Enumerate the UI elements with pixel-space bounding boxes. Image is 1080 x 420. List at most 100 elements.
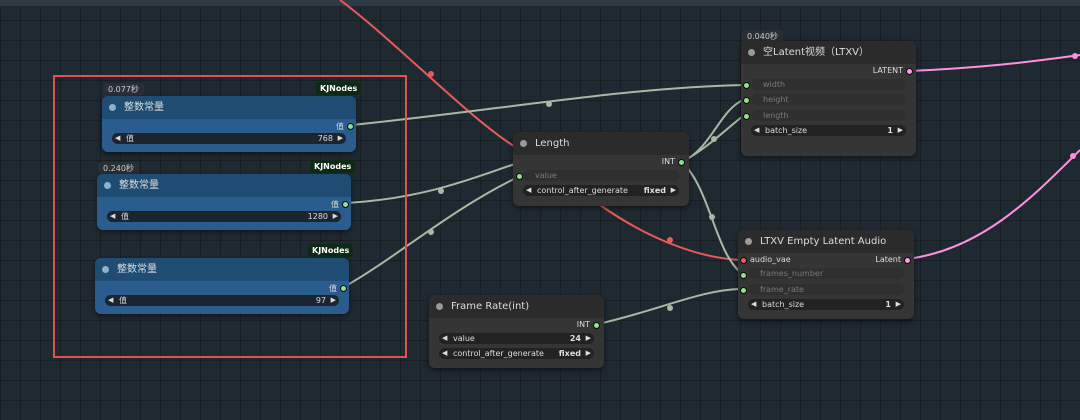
control-after-generate-combo[interactable]: ◀ control_after_generate fixed ▶ <box>523 185 679 196</box>
widget-value: 1 <box>887 126 893 135</box>
link-midpoint[interactable] <box>667 305 673 311</box>
input-audio-vae-socket[interactable] <box>740 257 747 264</box>
node-title[interactable]: Length <box>513 132 689 155</box>
value-widget[interactable]: ◀ 值 97 ▶ <box>105 295 339 306</box>
link-midpoint[interactable] <box>428 229 434 235</box>
widget-label: height <box>763 95 789 104</box>
decrement-arrow-icon[interactable]: ◀ <box>115 133 120 144</box>
decrement-arrow-icon[interactable]: ◀ <box>751 299 756 310</box>
input-frame-rate-socket[interactable] <box>740 287 747 294</box>
decrement-arrow-icon[interactable]: ◀ <box>442 333 447 344</box>
output-label: LATENT <box>872 66 903 75</box>
input-label: audio_vae <box>750 255 791 264</box>
value-widget[interactable]: ◀ 值 768 ▶ <box>112 133 346 144</box>
node-status-dot[interactable] <box>748 49 755 56</box>
increment-arrow-icon[interactable]: ▶ <box>586 348 591 359</box>
increment-arrow-icon[interactable]: ▶ <box>898 125 903 136</box>
length-node[interactable]: Length INT value ◀ control_after_generat… <box>513 132 689 206</box>
node-source-tag: KJNodes <box>308 244 354 257</box>
input-width-socket[interactable] <box>743 82 750 89</box>
widget-label: control_after_generate <box>453 349 544 358</box>
node-title-text: Frame Rate(int) <box>451 301 530 312</box>
increment-arrow-icon[interactable]: ▶ <box>671 185 676 196</box>
node-status-dot[interactable] <box>102 266 109 273</box>
value-widget[interactable]: ◀ value 24 ▶ <box>439 333 594 344</box>
node-status-dot[interactable] <box>109 104 116 111</box>
decrement-arrow-icon[interactable]: ◀ <box>754 125 759 136</box>
frame-rate-input[interactable]: frame_rate <box>748 284 904 295</box>
node-title[interactable]: 整数常量 <box>102 96 356 119</box>
output-latent-socket[interactable] <box>906 68 913 75</box>
widget-value: 97 <box>315 296 326 305</box>
link-midpoint[interactable] <box>1070 153 1076 159</box>
output-label: 值 <box>329 284 337 293</box>
link-midpoint[interactable] <box>546 101 552 107</box>
widget-label: batch_size <box>765 126 808 135</box>
increment-arrow-icon[interactable]: ▶ <box>338 133 343 144</box>
node-status-dot[interactable] <box>104 182 111 189</box>
widget-label: batch_size <box>762 300 805 309</box>
increment-arrow-icon[interactable]: ▶ <box>333 211 338 222</box>
frames-number-input[interactable]: frames_number <box>748 268 904 279</box>
frame-rate-node[interactable]: Frame Rate(int) INT ◀ value 24 ▶ ◀ contr… <box>429 295 604 368</box>
height-input[interactable]: height <box>751 94 906 105</box>
node-title[interactable]: Frame Rate(int) <box>429 295 604 318</box>
link-red-audio-vae[interactable] <box>599 204 741 261</box>
decrement-arrow-icon[interactable]: ◀ <box>108 295 113 306</box>
control-after-generate-combo[interactable]: ◀ control_after_generate fixed ▶ <box>439 348 594 359</box>
decrement-arrow-icon[interactable]: ◀ <box>110 211 115 222</box>
batch-size-widget[interactable]: ◀ batch_size 1 ▶ <box>748 299 904 310</box>
decrement-arrow-icon[interactable]: ◀ <box>526 185 531 196</box>
link-length-to-height[interactable] <box>682 99 744 162</box>
link-pink-latent-audio[interactable] <box>906 149 1080 260</box>
int-constant-node-3[interactable]: 整数常量 值 ◀ 值 97 ▶ <box>95 258 349 314</box>
node-status-dot[interactable] <box>520 140 527 147</box>
widget-label: control_after_generate <box>537 186 628 195</box>
output-socket[interactable] <box>347 123 354 130</box>
widget-value: 1 <box>885 300 891 309</box>
node-title[interactable]: LTXV Empty Latent Audio <box>738 230 914 253</box>
link-midpoint[interactable] <box>709 214 715 220</box>
batch-size-widget[interactable]: ◀ batch_size 1 ▶ <box>751 125 906 136</box>
widget-label: width <box>763 80 786 89</box>
output-int-socket[interactable] <box>593 322 600 329</box>
increment-arrow-icon[interactable]: ▶ <box>896 299 901 310</box>
node-status-dot[interactable] <box>436 303 443 310</box>
output-socket[interactable] <box>340 285 347 292</box>
input-value-socket[interactable] <box>516 173 523 180</box>
widget-label: frames_number <box>760 269 824 278</box>
width-input[interactable]: width <box>751 79 906 90</box>
int-constant-node-2[interactable]: 整数常量 值 ◀ 值 1280 ▶ <box>97 174 351 230</box>
link-pink-latent-video[interactable] <box>908 54 1080 72</box>
length-input[interactable]: length <box>751 110 906 121</box>
decrement-arrow-icon[interactable]: ◀ <box>442 348 447 359</box>
link-midpoint[interactable] <box>667 237 673 243</box>
node-status-dot[interactable] <box>745 238 752 245</box>
input-frames-number-socket[interactable] <box>740 272 747 279</box>
node-title[interactable]: 空Latent视频（LTXV） <box>741 41 916 64</box>
link-midpoint[interactable] <box>711 136 717 142</box>
widget-value: 768 <box>317 134 333 143</box>
node-title[interactable]: 整数常量 <box>95 258 349 281</box>
empty-latent-video-node[interactable]: 空Latent视频（LTXV） LATENT width height leng… <box>741 41 916 156</box>
node-title-text: 整数常量 <box>117 264 157 275</box>
value-input[interactable]: value <box>523 170 679 181</box>
increment-arrow-icon[interactable]: ▶ <box>586 333 591 344</box>
link-midpoint[interactable] <box>438 188 444 194</box>
output-socket[interactable] <box>342 201 349 208</box>
widget-value: fixed <box>558 349 581 358</box>
output-label: 值 <box>331 200 339 209</box>
increment-arrow-icon[interactable]: ▶ <box>331 295 336 306</box>
link-midpoint[interactable] <box>1072 53 1078 59</box>
int-constant-node-1[interactable]: 整数常量 值 ◀ 值 768 ▶ <box>102 96 356 152</box>
value-widget[interactable]: ◀ 值 1280 ▶ <box>107 211 341 222</box>
input-height-socket[interactable] <box>743 97 750 104</box>
output-int-socket[interactable] <box>678 159 685 166</box>
widget-value: fixed <box>643 186 666 195</box>
link-midpoint[interactable] <box>428 71 434 77</box>
input-length-socket[interactable] <box>743 113 750 120</box>
widget-label: 值 <box>126 134 134 143</box>
empty-latent-audio-node[interactable]: LTXV Empty Latent Audio audio_vae Latent… <box>738 230 914 319</box>
node-title[interactable]: 整数常量 <box>97 174 351 197</box>
output-latent-socket[interactable] <box>904 257 911 264</box>
